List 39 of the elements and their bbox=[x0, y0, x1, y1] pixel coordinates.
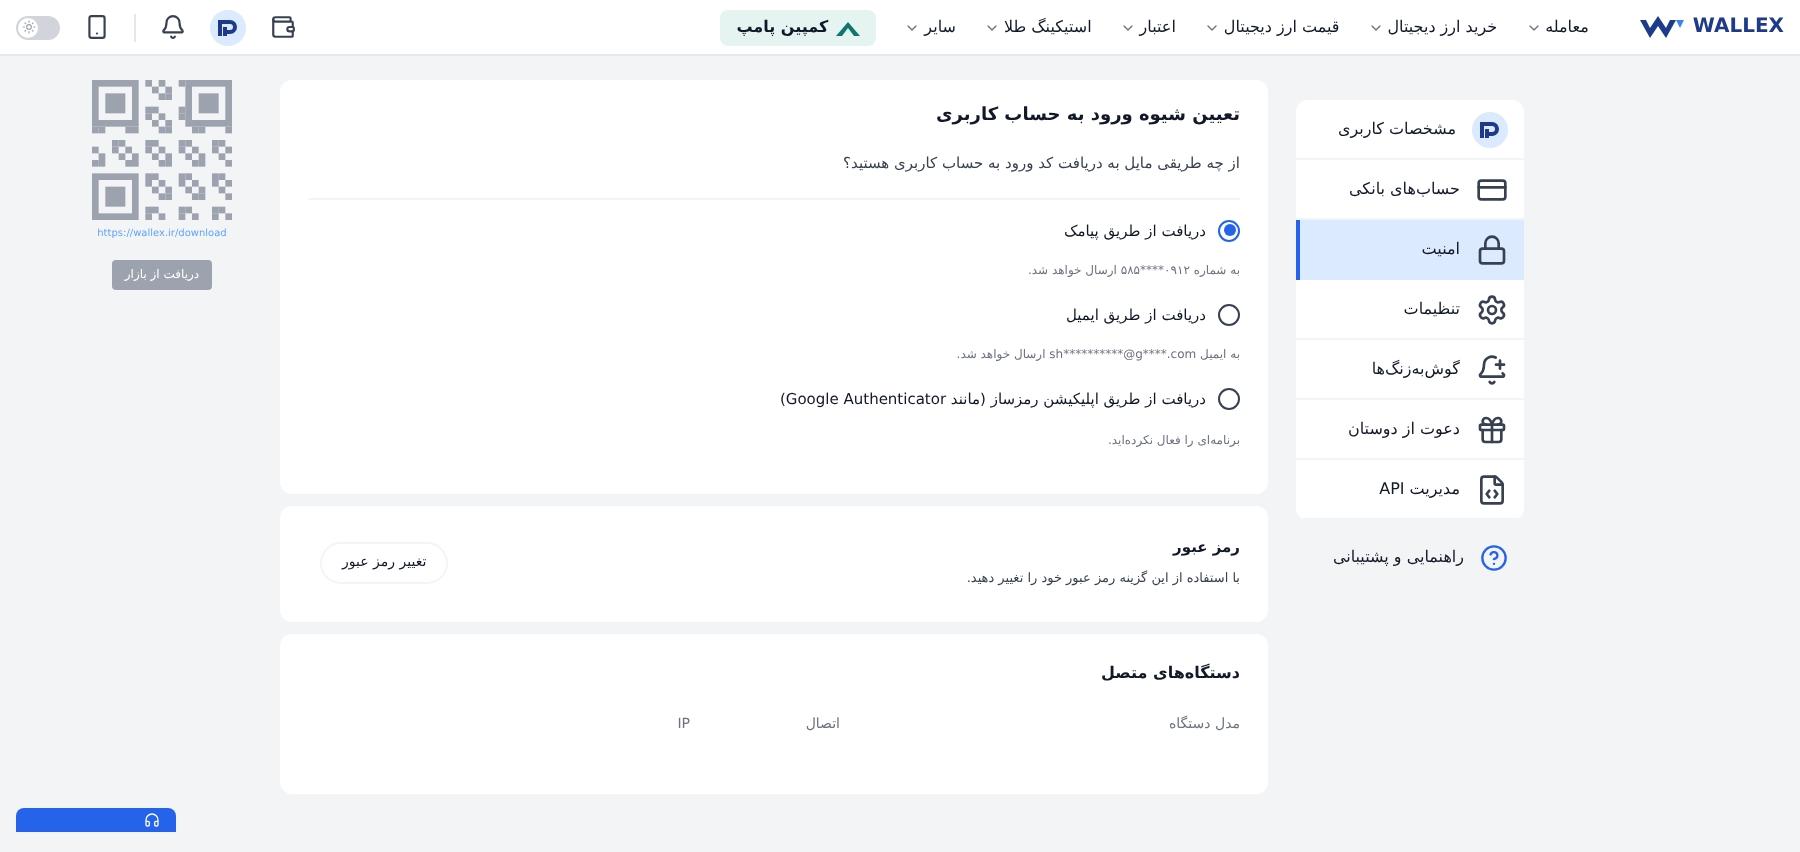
devices-title: دستگاه‌های متصل bbox=[1098, 661, 1240, 685]
help-link[interactable]: راهنمایی و پشتیبانی bbox=[1296, 544, 1524, 572]
headphones-icon bbox=[144, 812, 160, 828]
code-file-icon bbox=[1476, 473, 1508, 505]
theme-toggle[interactable] bbox=[16, 15, 60, 39]
wallet-icon[interactable] bbox=[270, 14, 296, 40]
nav-menu[interactable]: قیمت ارز دیجیتال bbox=[1203, 15, 1340, 39]
sidebar-item[interactable]: مشخصات کاربری bbox=[1296, 100, 1524, 160]
notification-icon[interactable] bbox=[160, 14, 186, 40]
nav-menu[interactable]: اعتبار bbox=[1119, 15, 1176, 39]
logo-icon bbox=[1640, 15, 1685, 39]
settings-icon bbox=[1476, 293, 1508, 325]
sidebar-item[interactable]: دعوت از دوستان bbox=[1296, 400, 1524, 460]
avatar-icon bbox=[210, 9, 246, 45]
sidebar-item[interactable]: مدیریت API bbox=[1296, 460, 1524, 520]
nav-menu[interactable]: سایر bbox=[904, 15, 956, 39]
sidebar-item[interactable]: تنظیمات bbox=[1296, 280, 1524, 340]
qr-code bbox=[92, 80, 232, 220]
avatar-icon bbox=[1472, 111, 1508, 147]
card-title: تعیین شیوه ورود به حساب کاربری bbox=[934, 104, 1240, 130]
sidebar-item[interactable]: امنیت bbox=[1296, 220, 1524, 280]
help-icon bbox=[1480, 544, 1508, 572]
radio-button[interactable] bbox=[1218, 219, 1240, 242]
nav-menu[interactable]: خرید ارز دیجیتال bbox=[1367, 15, 1498, 39]
logo-text: WALLEX bbox=[1692, 14, 1784, 42]
mountain-icon bbox=[836, 19, 861, 35]
phone-icon[interactable] bbox=[84, 14, 110, 40]
nav-menu[interactable]: استیکینگ طلا bbox=[983, 15, 1092, 39]
gift-icon bbox=[1476, 413, 1508, 445]
card-icon bbox=[1476, 173, 1508, 205]
lock-icon bbox=[1476, 234, 1508, 266]
radio-button[interactable] bbox=[1218, 388, 1240, 411]
sidebar-item[interactable]: گوش‌به‌زنگ‌ها bbox=[1296, 340, 1524, 400]
support-button[interactable] bbox=[16, 808, 176, 832]
sun-icon bbox=[21, 20, 35, 34]
bell-icon bbox=[1476, 353, 1508, 385]
campaign-button[interactable]: کمپین پامپ bbox=[720, 9, 877, 45]
nav-menu[interactable]: معامله bbox=[1525, 15, 1589, 39]
radio-button[interactable] bbox=[1218, 304, 1240, 327]
